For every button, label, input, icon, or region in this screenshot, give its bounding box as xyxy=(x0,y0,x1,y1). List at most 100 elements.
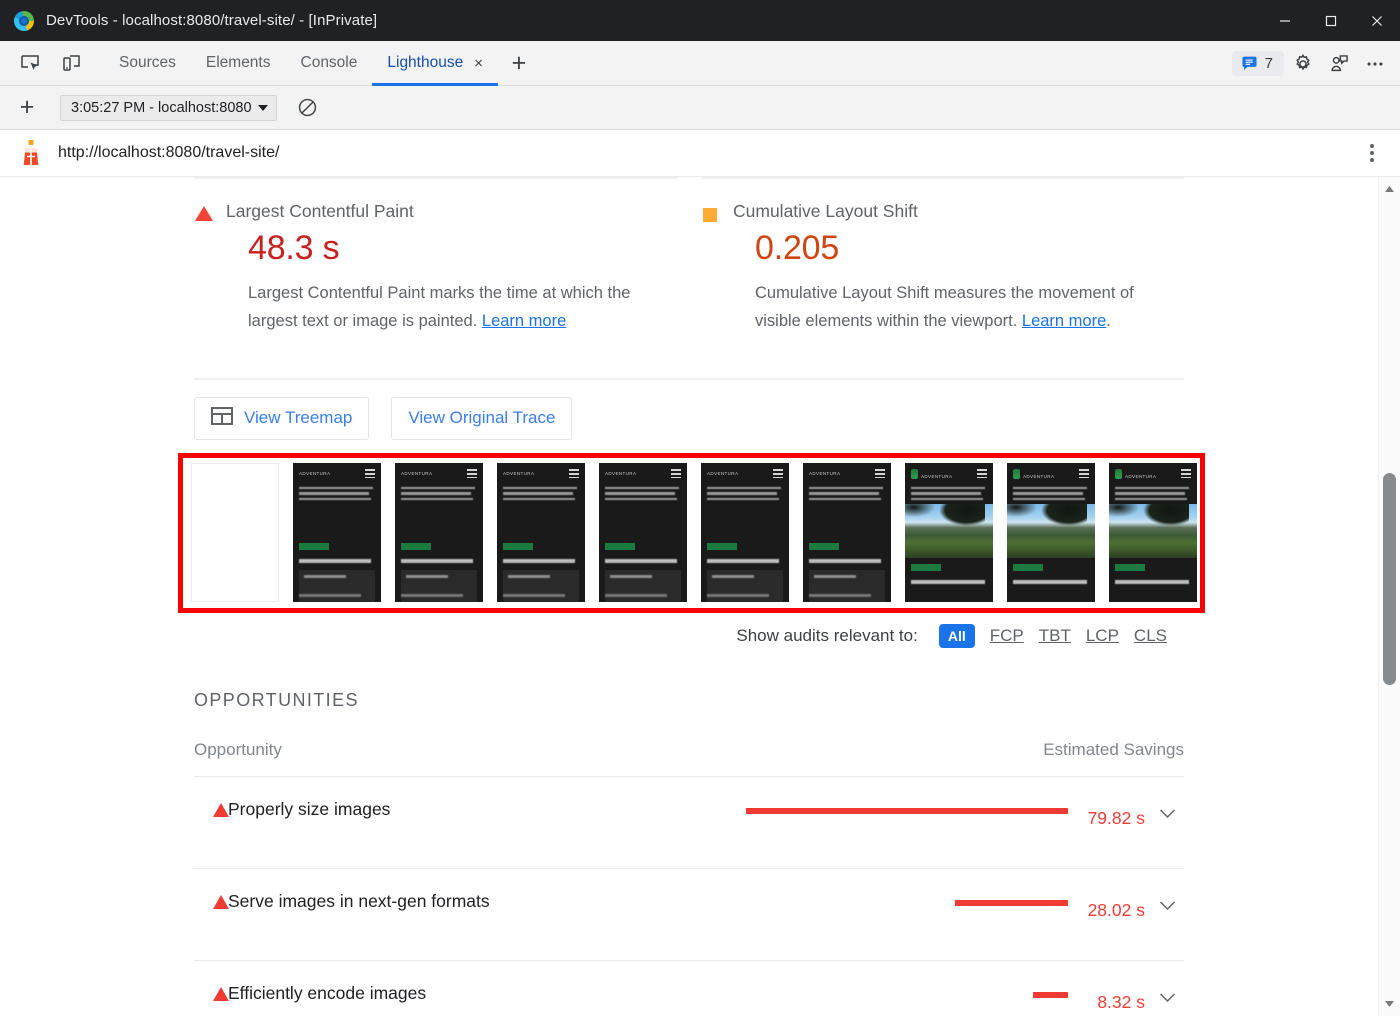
column-opportunity: Opportunity xyxy=(194,740,282,760)
filmstrip-frame[interactable]: ADVENTURA xyxy=(701,463,789,602)
report-selector-value: 3:05:27 PM - localhost:8080 xyxy=(71,100,252,116)
scroll-up-arrow[interactable] xyxy=(1379,179,1400,199)
tab-list: Sources Elements Console Lighthouse × + xyxy=(104,41,534,86)
filmstrip-frame[interactable]: ADVENTURA xyxy=(1109,463,1197,602)
opportunity-name: Properly size images xyxy=(228,798,732,820)
filmstrip-frame[interactable]: ADVENTURA xyxy=(395,463,483,602)
filmstrip-frame[interactable] xyxy=(191,463,279,602)
issues-badge-button[interactable]: 7 xyxy=(1232,51,1284,76)
savings-bar xyxy=(1033,992,1068,998)
triangle-fail-icon xyxy=(194,206,216,221)
clear-all-icon[interactable] xyxy=(293,93,323,123)
devtools-window: DevTools - localhost:8080/travel-site/ -… xyxy=(0,0,1400,1016)
feedback-icon[interactable] xyxy=(1322,48,1356,80)
view-treemap-button[interactable]: View Treemap xyxy=(194,397,369,440)
view-treemap-label: View Treemap xyxy=(244,408,352,428)
issues-count: 7 xyxy=(1265,55,1273,72)
filmstrip-frame[interactable]: ADVENTURA xyxy=(905,463,993,602)
opportunity-row[interactable]: Efficiently encode images 8.32 s xyxy=(194,961,1184,1016)
opportunities-table-header: Opportunity Estimated Savings xyxy=(194,711,1184,777)
lighthouse-report-panel: http://localhost:8080/travel-site/ Large… xyxy=(0,130,1400,1016)
tab-console[interactable]: Console xyxy=(286,41,373,86)
metric-description: Cumulative Layout Shift measures the mov… xyxy=(755,279,1175,336)
minimize-button[interactable] xyxy=(1262,0,1308,41)
view-original-trace-button[interactable]: View Original Trace xyxy=(391,397,572,440)
opportunity-name: Serve images in next-gen formats xyxy=(228,890,732,912)
tab-strip-actions: 7 xyxy=(1232,41,1392,86)
filter-tbt[interactable]: TBT xyxy=(1039,626,1071,646)
metric-suffix: . xyxy=(1106,312,1111,330)
maximize-button[interactable] xyxy=(1308,0,1354,41)
filmstrip-frame[interactable]: ADVENTURA xyxy=(293,463,381,602)
metric-title: Cumulative Layout Shift xyxy=(733,201,918,222)
triangle-fail-icon xyxy=(194,890,228,909)
close-button[interactable] xyxy=(1354,0,1400,41)
chevron-down-icon xyxy=(258,105,268,111)
window-controls xyxy=(1262,0,1400,41)
filmstrip-frame[interactable]: ADVENTURA xyxy=(803,463,891,602)
treemap-icon xyxy=(211,407,233,430)
gear-icon[interactable] xyxy=(1286,48,1320,80)
issues-icon xyxy=(1241,55,1258,72)
audit-filter-label: Show audits relevant to: xyxy=(736,626,917,646)
tab-sources[interactable]: Sources xyxy=(104,41,191,86)
report-url: http://localhost:8080/travel-site/ xyxy=(58,144,279,162)
device-toolbar-icon[interactable] xyxy=(56,48,88,78)
report-actions: View Treemap View Original Trace xyxy=(194,378,1184,440)
opportunities-heading: OPPORTUNITIES xyxy=(194,690,1184,711)
new-report-button[interactable]: + xyxy=(10,91,44,125)
audit-filter: Show audits relevant to: All FCP TBT LCP… xyxy=(0,624,1167,648)
view-original-trace-label: View Original Trace xyxy=(408,408,555,428)
filter-cls[interactable]: CLS xyxy=(1134,626,1167,646)
metric-description-text: Largest Contentful Paint marks the time … xyxy=(248,284,630,330)
filmstrip-frame[interactable]: ADVENTURA xyxy=(497,463,585,602)
inspect-element-icon[interactable] xyxy=(14,48,46,78)
tab-label: Sources xyxy=(119,54,176,72)
learn-more-link[interactable]: Learn more xyxy=(482,312,566,330)
scroll-down-arrow[interactable] xyxy=(1379,994,1400,1014)
column-estimated-savings: Estimated Savings xyxy=(1043,740,1184,760)
filmstrip-frame[interactable]: ADVENTURA xyxy=(1007,463,1095,602)
filter-fcp[interactable]: FCP xyxy=(990,626,1024,646)
tab-elements[interactable]: Elements xyxy=(191,41,286,86)
learn-more-link[interactable]: Learn more xyxy=(1022,312,1106,330)
metric-largest-contentful-paint[interactable]: Largest Contentful Paint 48.3 s Largest … xyxy=(194,177,677,336)
lighthouse-run-bar: + 3:05:27 PM - localhost:8080 xyxy=(0,86,1400,130)
tab-label: Lighthouse xyxy=(387,54,463,72)
metric-cumulative-layout-shift[interactable]: Cumulative Layout Shift 0.205 Cumulative… xyxy=(701,177,1184,336)
metric-value: 0.205 xyxy=(755,229,1184,268)
title-bar: DevTools - localhost:8080/travel-site/ -… xyxy=(0,0,1400,41)
report-selector[interactable]: 3:05:27 PM - localhost:8080 xyxy=(60,95,277,121)
more-options-icon[interactable] xyxy=(1358,48,1392,80)
triangle-fail-icon xyxy=(194,982,228,1001)
opportunity-savings: 8.32 s xyxy=(1068,988,1150,1016)
filmstrip-frame[interactable]: ADVENTURA xyxy=(599,463,687,602)
chevron-down-icon[interactable] xyxy=(1150,988,1184,1003)
tab-lighthouse[interactable]: Lighthouse × xyxy=(372,41,498,86)
opportunity-row[interactable]: Serve images in next-gen formats 28.02 s xyxy=(194,869,1184,961)
opportunity-row[interactable]: Properly size images 79.82 s xyxy=(194,777,1184,869)
opportunity-savings: 79.82 s xyxy=(1068,804,1150,834)
add-panel-button[interactable]: + xyxy=(504,48,534,78)
vertical-scrollbar[interactable] xyxy=(1378,177,1400,1016)
filmstrip-frames: ADVENTURA ADVENTURA xyxy=(191,463,1197,602)
tab-label: Console xyxy=(301,54,358,72)
close-tab-icon[interactable]: × xyxy=(474,56,483,71)
filter-lcp[interactable]: LCP xyxy=(1086,626,1119,646)
square-average-icon xyxy=(701,206,723,222)
filmstrip-section: ADVENTURA ADVENTURA xyxy=(178,453,1205,613)
scrollbar-thumb[interactable] xyxy=(1383,473,1396,685)
devtools-tab-strip: Sources Elements Console Lighthouse × + … xyxy=(0,41,1400,86)
opportunity-savings: 28.02 s xyxy=(1068,896,1150,926)
opportunity-name: Efficiently encode images xyxy=(228,982,732,1004)
lighthouse-icon xyxy=(18,139,44,167)
metric-description: Largest Contentful Paint marks the time … xyxy=(248,279,668,336)
edge-logo-icon xyxy=(14,11,34,31)
metrics-section: Largest Contentful Paint 48.3 s Largest … xyxy=(194,177,1184,336)
filter-all[interactable]: All xyxy=(939,624,975,648)
chevron-down-icon[interactable] xyxy=(1150,804,1184,819)
triangle-fail-icon xyxy=(194,798,228,817)
savings-bar xyxy=(746,808,1068,814)
chevron-down-icon[interactable] xyxy=(1150,896,1184,911)
kebab-menu-icon[interactable] xyxy=(1366,140,1378,166)
